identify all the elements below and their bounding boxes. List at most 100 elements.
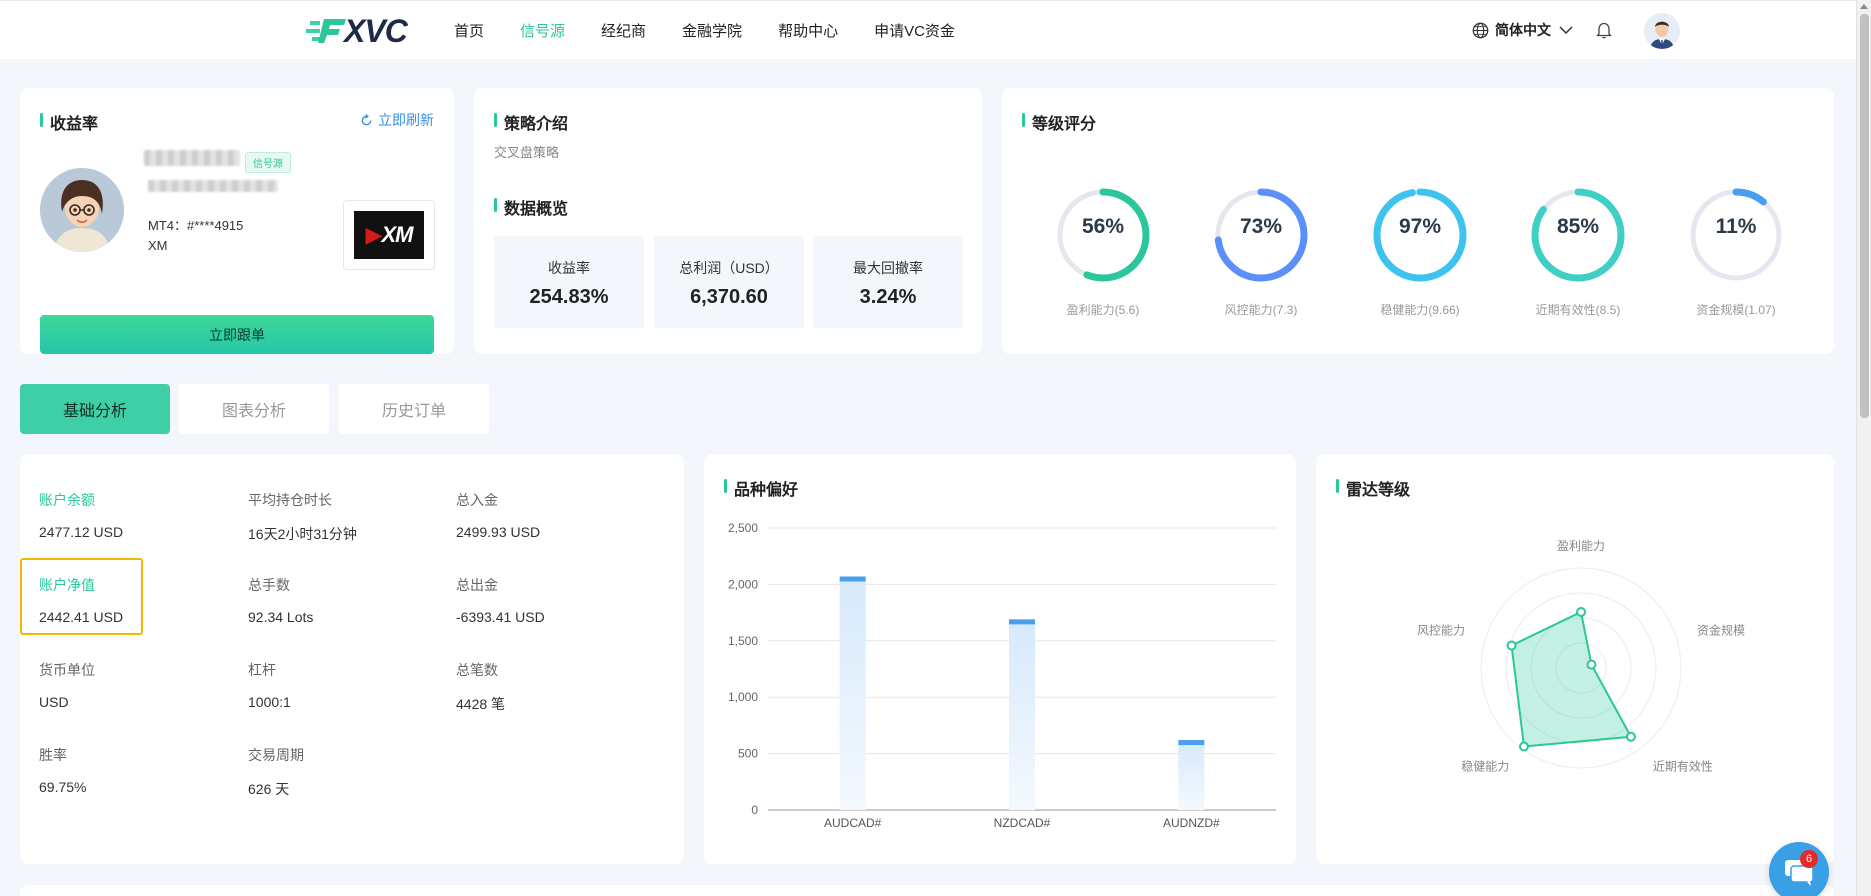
y-tick-label: 0 bbox=[751, 803, 758, 817]
y-tick-label: 1,000 bbox=[728, 690, 758, 704]
stat-cell-label: 账户余额 bbox=[39, 492, 95, 508]
stat-cell-label: 货币单位 bbox=[39, 662, 95, 678]
refresh-button[interactable]: 立即刷新 bbox=[360, 110, 434, 130]
broker-logo: ▶XM bbox=[343, 200, 435, 270]
trader-name-blurred bbox=[144, 150, 240, 166]
radar-point[interactable] bbox=[1625, 731, 1636, 742]
stat-cell-value: 2477.12 USD bbox=[39, 524, 124, 540]
stat-cell-value: 16天2小时31分钟 bbox=[248, 526, 357, 542]
stat-cell: 平均持仓时长 16天2小时31分钟 bbox=[248, 490, 357, 544]
gauge-percent: 97% bbox=[1398, 215, 1442, 238]
radar-point[interactable] bbox=[1506, 640, 1517, 651]
stat-cell-value: 2499.93 USD bbox=[456, 524, 541, 540]
nav-item-brokers[interactable]: 经纪商 bbox=[601, 20, 646, 41]
follow-button[interactable]: 立即跟单 bbox=[40, 315, 434, 354]
stat-value: 6,370.60 bbox=[690, 286, 768, 308]
stat-cell-value: 4428 笔 bbox=[456, 696, 506, 712]
stat-cell-label: 总手数 bbox=[248, 577, 290, 593]
bar-AUDNZD#[interactable] bbox=[1178, 740, 1205, 810]
user-avatar[interactable] bbox=[1644, 13, 1680, 49]
radar-point[interactable] bbox=[1586, 659, 1597, 670]
gauge-1: 73% 风控能力(7.3) bbox=[1206, 180, 1316, 318]
chat-icon bbox=[1785, 860, 1814, 886]
stat-profit: 总利润（USD） 6,370.60 bbox=[654, 236, 804, 328]
stat-cell: 交易周期 626 天 bbox=[248, 745, 304, 799]
user-avatar-icon bbox=[1644, 13, 1680, 49]
stat-value: 254.83% bbox=[529, 286, 609, 308]
bell-icon[interactable] bbox=[1596, 21, 1612, 39]
logo-mark-icon bbox=[306, 19, 346, 43]
gauge-label: 风控能力(7.3) bbox=[1224, 303, 1298, 317]
gauge-4: 11% 资金规模(1.07) bbox=[1681, 180, 1791, 318]
stat-drawdown: 最大回撤率 3.24% bbox=[813, 236, 963, 328]
xm-logo-icon: ▶XM bbox=[354, 211, 424, 259]
stat-cell-value: 626 天 bbox=[248, 781, 290, 797]
stat-value: 3.24% bbox=[859, 286, 917, 308]
globe-icon bbox=[1472, 22, 1489, 38]
radar-point[interactable] bbox=[1576, 607, 1586, 617]
y-tick-label: 500 bbox=[738, 747, 758, 761]
stat-cell: 货币单位 USD bbox=[39, 660, 95, 710]
page-scrollbar[interactable] bbox=[1856, 0, 1871, 896]
overview-section-title: 数据概览 bbox=[494, 195, 568, 219]
bar-cap bbox=[1178, 740, 1205, 746]
scroll-thumb[interactable] bbox=[1860, 14, 1869, 418]
logo-text: XVC bbox=[344, 12, 408, 49]
stat-cell: 总手数 92.34 Lots bbox=[248, 575, 313, 625]
nav-item-signals[interactable]: 信号源 bbox=[520, 20, 565, 41]
language-selector[interactable]: 简体中文 bbox=[1472, 20, 1579, 40]
stat-cell-label: 胜率 bbox=[39, 747, 67, 763]
gauge-percent: 73% bbox=[1239, 215, 1283, 238]
gauge-percent: 56% bbox=[1081, 215, 1125, 238]
stat-cell-label: 平均持仓时长 bbox=[248, 492, 332, 508]
tab-chart-analysis[interactable]: 图表分析 bbox=[179, 384, 329, 434]
chat-badge: 6 bbox=[1800, 850, 1818, 868]
gauge-label: 盈利能力(5.6) bbox=[1066, 303, 1140, 317]
y-tick-label: 2,500 bbox=[728, 521, 758, 535]
nav-item-help[interactable]: 帮助中心 bbox=[778, 20, 838, 41]
gauge-2: 97% 稳健能力(9.66) bbox=[1365, 180, 1475, 318]
stat-cell: 杠杆 1000:1 bbox=[248, 660, 291, 710]
strategy-card: 策略介绍 交叉盘策略 数据概览 收益率 254.83% 总利润（USD） 6,3… bbox=[474, 88, 982, 354]
refresh-icon bbox=[361, 113, 372, 125]
bar-chart: 0 500 1,000 1,500 2,000 2,500 AUDCAD# NZDCAD# AU… bbox=[728, 521, 1276, 830]
y-tick-label: 2,000 bbox=[728, 577, 758, 591]
broker-logo-text: XM bbox=[381, 222, 413, 247]
site-logo[interactable]: XVC bbox=[306, 12, 408, 49]
refresh-label: 立即刷新 bbox=[378, 112, 434, 128]
stat-cell-label: 总出金 bbox=[456, 577, 498, 593]
nav-item-academy[interactable]: 金融学院 bbox=[682, 20, 742, 41]
bar-AUDCAD#[interactable] bbox=[839, 576, 866, 810]
scroll-up-arrow-icon[interactable] bbox=[1860, 4, 1868, 9]
gauge-percent: 85% bbox=[1556, 215, 1600, 238]
gauge-3: 85% 近期有效性(8.5) bbox=[1523, 180, 1633, 318]
nav-item-home[interactable]: 首页 bbox=[454, 20, 484, 41]
tab-history-orders[interactable]: 历史订单 bbox=[339, 384, 489, 434]
tab-basic-analysis[interactable]: 基础分析 bbox=[20, 384, 170, 434]
stat-cell-value: -6393.41 USD bbox=[456, 609, 545, 625]
profile-card: 收益率 立即刷新 信号源 MT4：#****4915 XM ▶XM 立即跟单 bbox=[20, 88, 454, 354]
chat-button[interactable] bbox=[1769, 842, 1829, 896]
stat-cell-value: 92.34 Lots bbox=[248, 609, 314, 625]
strategy-section-title: 策略介绍 bbox=[494, 110, 568, 134]
next-section-card bbox=[20, 885, 1834, 896]
product-preference-card: 品种偏好 0 500 1,000 1,500 2,000 2,500 AUDCAD# NZDC… bbox=[704, 454, 1296, 864]
nav-item-apply-funds[interactable]: 申请VC资金 bbox=[874, 20, 955, 41]
x-tick-label: NZDCAD# bbox=[994, 816, 1051, 830]
gauge-label: 稳健能力(9.66) bbox=[1380, 303, 1460, 317]
bar-cap bbox=[1009, 619, 1035, 625]
strategy-description: 交叉盘策略 bbox=[494, 145, 560, 160]
signal-source-tag: 信号源 bbox=[245, 152, 291, 173]
radar-point[interactable] bbox=[1518, 741, 1529, 752]
stat-cell-value: USD bbox=[39, 694, 69, 710]
trader-avatar-icon bbox=[40, 168, 124, 252]
radar-axis-label: 稳健能力 bbox=[1461, 759, 1509, 774]
trader-id-blurred bbox=[148, 180, 278, 192]
top-header: XVC 首页 信号源 经纪商 金融学院 帮助中心 申请VC资金 简体中文 bbox=[0, 0, 1856, 59]
gauge-percent: 11% bbox=[1715, 215, 1757, 238]
bar-NZDCAD#[interactable] bbox=[1009, 619, 1035, 810]
radar-area bbox=[1510, 610, 1633, 748]
gauge-label: 近期有效性(8.5) bbox=[1535, 303, 1621, 317]
language-label: 简体中文 bbox=[1495, 22, 1551, 38]
gauge-label: 资金规模(1.07) bbox=[1696, 303, 1776, 317]
